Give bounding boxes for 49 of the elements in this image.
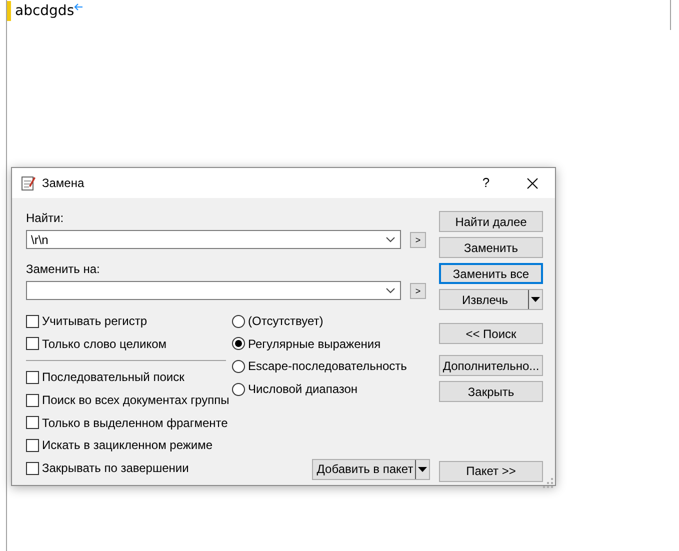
- editor-text: abcdgds: [15, 2, 74, 20]
- radio-label: Регулярные выражения: [248, 336, 381, 353]
- checkbox[interactable]: [26, 462, 39, 475]
- caret-icon[interactable]: [531, 297, 540, 302]
- button[interactable]: Дополнительно...: [439, 355, 543, 376]
- dropdown-icon[interactable]: [386, 237, 395, 243]
- checkbox[interactable]: [26, 337, 39, 350]
- checkbox[interactable]: [26, 438, 39, 452]
- replace-label: Заменить на:: [26, 262, 101, 277]
- find-field[interactable]: \r\n: [26, 230, 401, 249]
- button[interactable]: Заменить все: [439, 263, 543, 284]
- button[interactable]: Закрыть: [439, 381, 543, 402]
- caret-icon[interactable]: [418, 466, 427, 472]
- radio-label: Escape-последовательность: [248, 358, 407, 376]
- line-end-icon: [74, 3, 84, 11]
- replace-field[interactable]: [26, 281, 401, 300]
- resize-grip-icon[interactable]: [543, 478, 553, 488]
- checkbox-label: Поиск во всех документах группы: [42, 392, 230, 410]
- button[interactable]: Пакет >>: [439, 460, 543, 482]
- radio-button[interactable]: [232, 337, 245, 350]
- button[interactable]: Извлечь: [439, 289, 543, 310]
- button[interactable]: Заменить: [439, 237, 543, 258]
- radio-label: Числовой диапазон: [248, 381, 358, 398]
- button[interactable]: Добавить в пакет: [312, 458, 430, 480]
- help-button[interactable]: ?: [463, 173, 509, 193]
- button[interactable]: << Поиск: [439, 323, 543, 344]
- history-button[interactable]: >: [410, 282, 426, 298]
- dropdown-icon[interactable]: [386, 288, 395, 294]
- checkbox-label: Искать в зацикленном режиме: [42, 437, 213, 454]
- checkbox[interactable]: [26, 370, 39, 384]
- radio-button[interactable]: [232, 360, 245, 373]
- notepad-icon: [20, 175, 36, 191]
- checkbox[interactable]: [26, 416, 39, 430]
- checkbox[interactable]: [26, 394, 39, 407]
- checkbox-label: Только в выделенном фрагменте: [42, 414, 228, 432]
- radio-button[interactable]: [232, 382, 245, 396]
- close-icon: [526, 178, 538, 188]
- button[interactable]: Найти далее: [439, 211, 543, 232]
- checkbox-label: Последовательный поиск: [42, 369, 184, 386]
- checkbox-label: Только слово целиком: [42, 336, 167, 353]
- radio-label: (Отсутствует): [248, 313, 324, 330]
- history-button[interactable]: >: [410, 232, 426, 248]
- checkbox-label: Учитывать регистр: [42, 313, 148, 330]
- change-marker: [7, 1, 11, 21]
- radio-button[interactable]: [232, 314, 245, 328]
- window-title: Замена: [42, 175, 86, 192]
- checkbox-label: Закрывать по завершении: [42, 460, 189, 478]
- checkbox[interactable]: [26, 314, 39, 328]
- find-label: Найти:: [26, 211, 65, 226]
